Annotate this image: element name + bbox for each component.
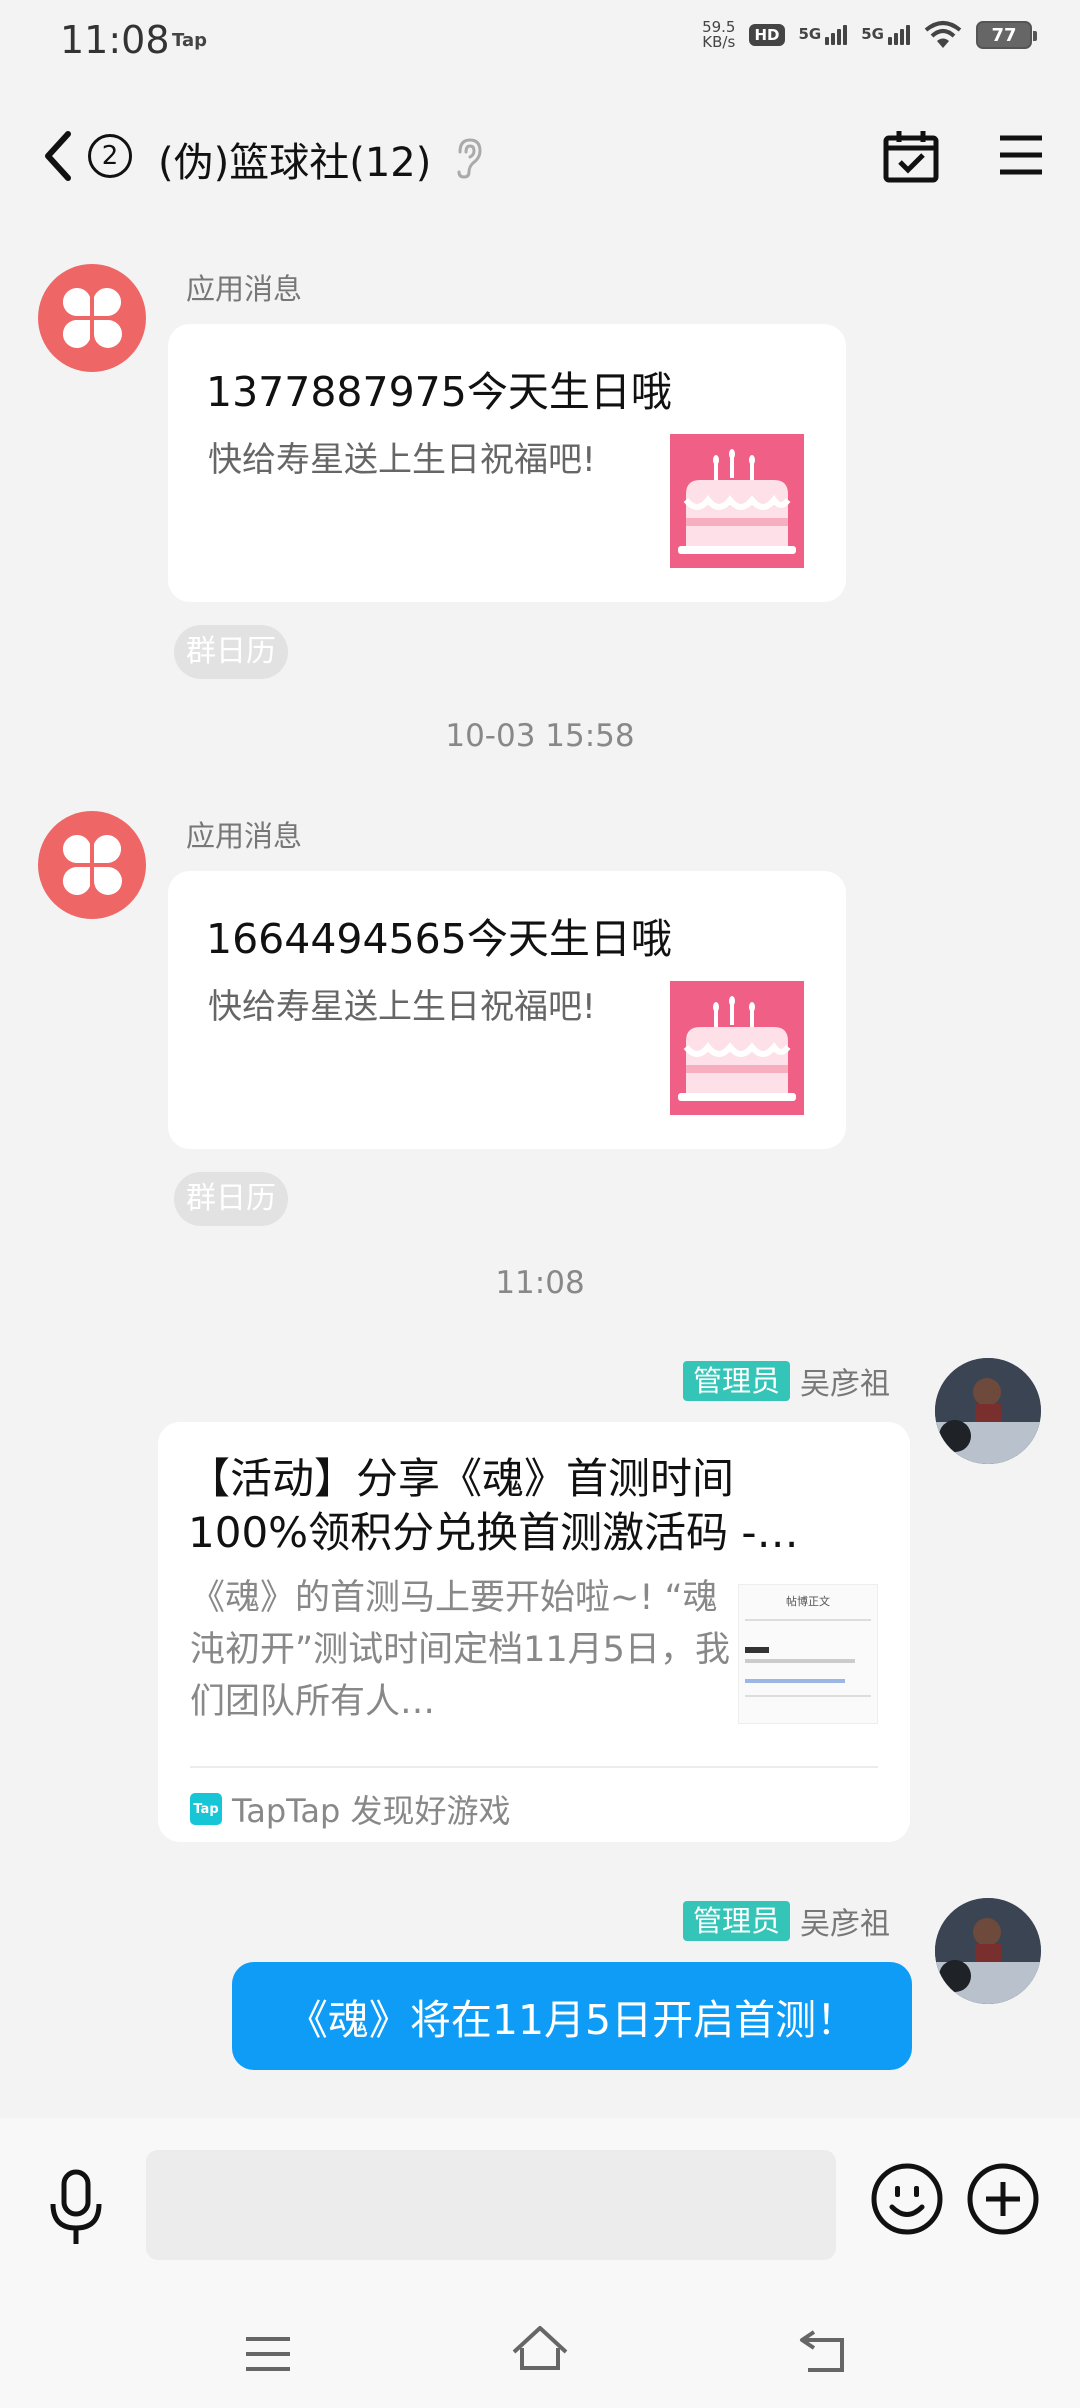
birthday-cake-icon — [670, 981, 804, 1115]
shared-link-description: 《魂》的首测马上要开始啦~! “魂沌初开”测试时间定档11月5日，我们团队所有人… — [190, 1578, 730, 1722]
recents-icon[interactable] — [244, 2334, 292, 2374]
member-name[interactable]: 吴彦祖 — [800, 1359, 890, 1403]
sender-label: 应用消息 — [186, 819, 303, 853]
group-title[interactable]: (伪)篮球社(12) — [158, 130, 431, 188]
sim2-label: 5G — [861, 25, 884, 43]
sim2-signal-icon: 5G — [861, 25, 910, 45]
shared-link-source-label: TapTap 发现好游戏 — [232, 1792, 511, 1830]
network-speed: 59.5 KB/s — [702, 20, 735, 50]
message-input[interactable] — [146, 2150, 836, 2260]
back-arrow-icon[interactable] — [38, 128, 78, 184]
birthday-title: 1377887975今天生日哦 — [206, 368, 672, 416]
member-name[interactable]: 吴彦祖 — [800, 1899, 890, 1943]
wifi-icon — [924, 21, 962, 48]
ear-icon — [457, 138, 482, 179]
unread-count: 2 — [101, 141, 119, 171]
app-message-avatar[interactable] — [38, 264, 146, 372]
chat-header: 2 (伪)篮球社(12) — [0, 110, 1080, 200]
clover-icon — [62, 288, 122, 348]
status-time: 11:08 — [60, 18, 170, 62]
shared-link-title: 【活动】分享《魂》首测时间100%领积分兑换首测激活码 -… — [188, 1454, 799, 1557]
admin-badge: 管理员 — [682, 1901, 790, 1941]
birthday-title: 1664494565今天生日哦 — [206, 915, 672, 963]
home-icon[interactable] — [510, 2324, 570, 2378]
input-bar — [0, 2118, 1080, 2408]
clover-icon — [62, 835, 122, 895]
birthday-subtitle: 快给寿星送上生日祝福吧! — [208, 440, 596, 480]
emoji-icon[interactable] — [870, 2162, 944, 2236]
group-calendar-tag[interactable]: 群日历 — [174, 1172, 288, 1226]
plus-icon[interactable] — [966, 2162, 1040, 2236]
shared-link-thumbnail: 帖博正文 — [738, 1584, 878, 1724]
avatar-photo — [935, 1358, 1041, 1464]
battery-icon: 77 — [976, 21, 1037, 49]
network-speed-unit: KB/s — [702, 33, 736, 51]
sender-name-row: 管理员 吴彦祖 — [682, 1899, 890, 1943]
shared-link-card[interactable]: 【活动】分享《魂》首测时间100%领积分兑换首测激活码 -… 《魂》的首测马上要… — [158, 1422, 910, 1842]
sender-label: 应用消息 — [186, 272, 303, 306]
app-message-avatar[interactable] — [38, 811, 146, 919]
back-icon[interactable] — [798, 2328, 850, 2376]
status-bar: 11:08 Tap 59.5 KB/s HD 5G 5G 77 — [0, 0, 1080, 82]
status-icons: 59.5 KB/s HD 5G 5G 77 — [702, 20, 1037, 50]
timestamp: 10-03 15:58 — [445, 718, 635, 754]
birthday-subtitle: 快给寿星送上生日祝福吧! — [208, 987, 596, 1027]
hd-icon: HD — [749, 24, 785, 46]
user-avatar[interactable] — [935, 1358, 1041, 1464]
group-calendar-tag[interactable]: 群日历 — [174, 625, 288, 679]
sender-name-row: 管理员 吴彦祖 — [682, 1359, 890, 1403]
birthday-card[interactable]: 1664494565今天生日哦 快给寿星送上生日祝福吧! — [168, 871, 846, 1149]
birthday-cake-icon — [670, 434, 804, 568]
unread-count-badge[interactable]: 2 — [88, 134, 132, 178]
avatar-photo — [935, 1898, 1041, 2004]
system-navigation-bar — [0, 2298, 1080, 2408]
admin-badge: 管理员 — [682, 1361, 790, 1401]
sim1-signal-icon: 5G — [799, 25, 848, 45]
card-divider — [190, 1766, 878, 1768]
thumbnail-heading: 帖博正文 — [786, 1595, 830, 1608]
text-message-bubble[interactable]: 《魂》将在11月5日开启首测！ — [232, 1962, 912, 2070]
birthday-card[interactable]: 1377887975今天生日哦 快给寿星送上生日祝福吧! — [168, 324, 846, 602]
calendar-check-icon[interactable] — [882, 128, 940, 184]
status-app-badge: Tap — [172, 30, 207, 51]
shared-link-source: Tap TapTap 发现好游戏 — [190, 1786, 511, 1832]
menu-icon[interactable] — [998, 132, 1044, 178]
text-message-content: 《魂》将在11月5日开启首测！ — [286, 1996, 858, 2044]
sim1-label: 5G — [798, 25, 822, 43]
taptap-logo-icon: Tap — [190, 1793, 222, 1825]
user-avatar[interactable] — [935, 1898, 1041, 2004]
battery-level: 77 — [991, 24, 1017, 46]
timestamp: 11:08 — [495, 1265, 585, 1301]
microphone-icon[interactable] — [48, 2168, 104, 2248]
